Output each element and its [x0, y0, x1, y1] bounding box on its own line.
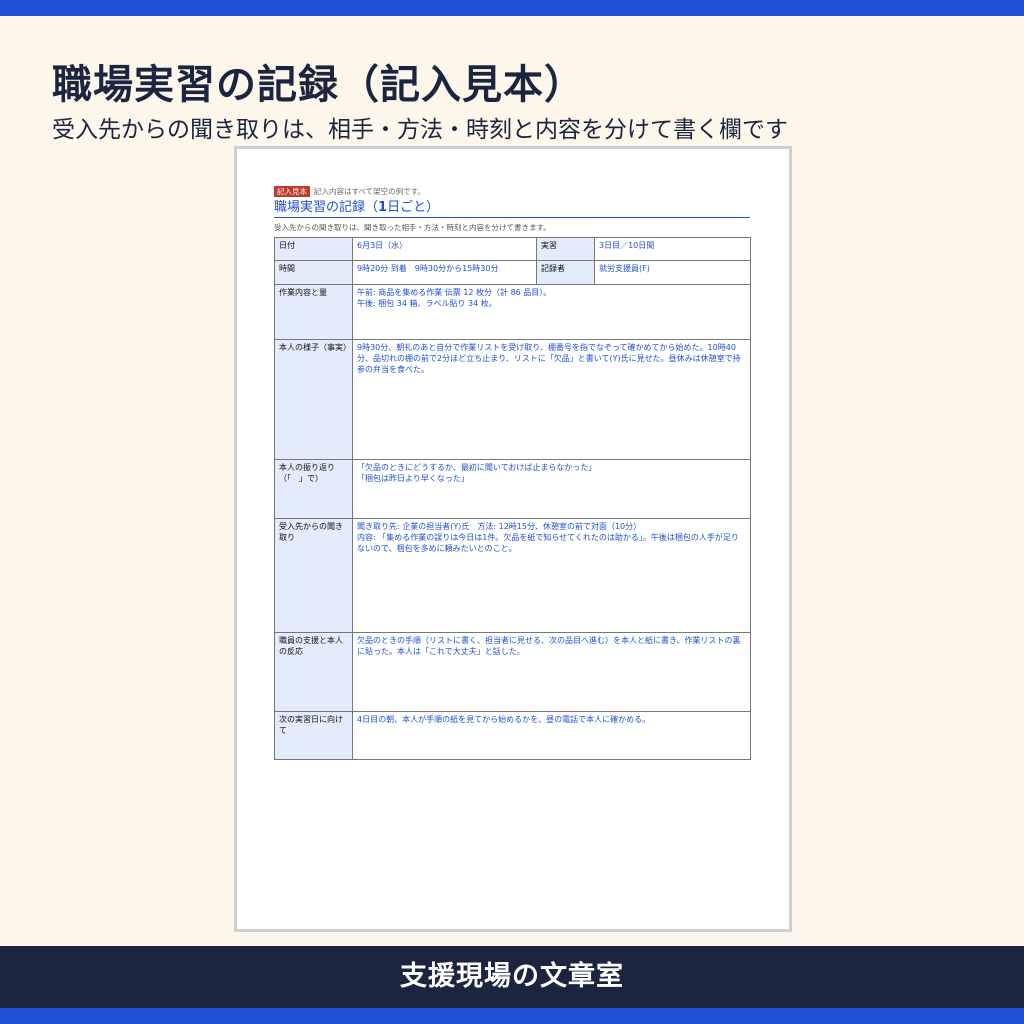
work-value-line-1: 午前: 商品を集める作業 伝票 12 枚分（計 86 品目）。 [357, 288, 552, 297]
document-title-number: 1 [378, 200, 388, 215]
interview-value-line-2: 内容: 「集める作業の誤りは今日は1件。欠品を紙で知らせてくれたのは助かる」。午… [357, 533, 739, 553]
work-value: 午前: 商品を集める作業 伝票 12 枚分（計 86 品目）。 午後: 梱包 3… [352, 284, 751, 340]
table-row: 本人の振り返り（「 」で） 「欠品のときにどうするか、最初に聞いておけば止まらな… [274, 459, 751, 519]
time-value: 9時20分 到着 9時30分から15時30分 [352, 260, 537, 285]
support-label: 職員の支援と本人の反応 [274, 632, 353, 712]
bottom-accent-bar [0, 1008, 1024, 1024]
reflection-label: 本人の振り返り（「 」で） [274, 459, 353, 519]
reflection-value-line-2: 「梱包は昨日より早くなった」 [357, 474, 469, 483]
next-label: 次の実習日に向けて [274, 711, 353, 760]
next-value: 4日目の朝、本人が手順の紙を見てから始めるかを、昼の電話で本人に確かめる。 [352, 711, 751, 760]
table-row: 時間 9時20分 到着 9時30分から15時30分 記録者 就労支援員(F) [274, 260, 751, 285]
document-title-prefix: 職場実習の記録（ [274, 200, 379, 215]
state-label: 本人の様子（事実） [274, 339, 353, 460]
top-accent-bar [0, 0, 1024, 16]
badge-note: 記入内容はすべて架空の例です。 [314, 187, 425, 196]
table-row: 日付 6月3日（水） 実習 3日目／10日間 [274, 237, 751, 261]
record-table: 日付 6月3日（水） 実習 3日目／10日間 時間 9時20分 到着 9時30分… [274, 237, 751, 760]
work-value-line-2: 午後: 梱包 34 箱、ラベル貼り 34 枚。 [357, 299, 497, 308]
state-value: 9時30分、朝礼のあと自分で作業リストを受け取り、棚番号を指でなぞって確かめてか… [352, 339, 751, 460]
sample-document: 記入見本 記入内容はすべて架空の例です。 職場実習の記録（1日ごと） 受入先からの… [234, 146, 792, 932]
table-row: 受入先からの聞き取り 聞き取り先: 企業の担当者(Y)氏 方法: 12時15分、… [274, 518, 751, 633]
time-label: 時間 [274, 260, 353, 285]
practice-value: 3日目／10日間 [594, 237, 751, 261]
date-value: 6月3日（水） [352, 237, 537, 261]
sample-badge: 記入見本 [274, 186, 310, 197]
footer-brand: 支援現場の文章室 [400, 961, 624, 992]
interview-label: 受入先からの聞き取り [274, 518, 353, 633]
document-title: 職場実習の記録（1日ごと） [274, 199, 750, 218]
table-row: 本人の様子（事実） 9時30分、朝礼のあと自分で作業リストを受け取り、棚番号を指… [274, 339, 751, 460]
interview-value: 聞き取り先: 企業の担当者(Y)氏 方法: 12時15分、休憩室の前で対面（10… [352, 518, 751, 633]
table-row: 作業内容と量 午前: 商品を集める作業 伝票 12 枚分（計 86 品目）。 午… [274, 284, 751, 340]
interview-value-line-1: 聞き取り先: 企業の担当者(Y)氏 方法: 12時15分、休憩室の前で対面（10… [357, 522, 642, 531]
recorder-label: 記録者 [536, 260, 595, 285]
page-title: 職場実習の記録（記入見本） [52, 62, 585, 108]
practice-label: 実習 [536, 237, 595, 261]
document-note: 受入先からの聞き取りは、聞き取った相手・方法・時刻と内容を分けて書きます。 [274, 223, 551, 232]
recorder-value: 就労支援員(F) [594, 260, 751, 285]
reflection-value-line-1: 「欠品のときにどうするか、最初に聞いておけば止まらなかった」 [357, 463, 597, 472]
table-row: 次の実習日に向けて 4日目の朝、本人が手順の紙を見てから始めるかを、昼の電話で本… [274, 711, 751, 760]
reflection-value: 「欠品のときにどうするか、最初に聞いておけば止まらなかった」 「梱包は昨日より早… [352, 459, 751, 519]
support-value: 欠品のときの手順（リストに書く、担当者に見せる、次の品目へ進む）を本人と紙に書き… [352, 632, 751, 712]
work-label: 作業内容と量 [274, 284, 353, 340]
badge-row: 記入見本 記入内容はすべて架空の例です。 [274, 186, 750, 198]
document-title-suffix: 日ごと） [387, 200, 440, 215]
date-label: 日付 [274, 237, 353, 261]
document-content: 記入見本 記入内容はすべて架空の例です。 職場実習の記録（1日ごと） 受入先からの… [274, 186, 751, 760]
page-subtitle: 受入先からの聞き取りは、相手・方法・時刻と内容を分けて書く欄です [52, 117, 788, 143]
table-row: 職員の支援と本人の反応 欠品のときの手順（リストに書く、担当者に見せる、次の品目… [274, 632, 751, 712]
